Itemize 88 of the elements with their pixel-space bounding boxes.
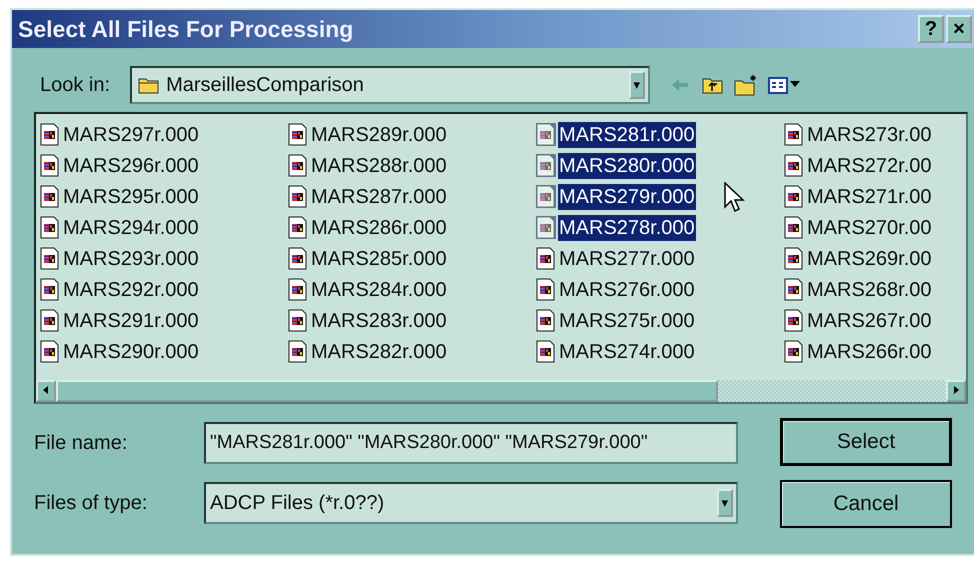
file-icon <box>536 123 556 146</box>
view-menu-icon[interactable] <box>768 75 800 95</box>
file-icon <box>784 247 804 270</box>
file-icon <box>40 247 60 270</box>
file-icon <box>288 216 308 239</box>
look-in-label: Look in: <box>40 73 110 98</box>
file-icon <box>536 216 556 239</box>
file-item[interactable]: MARS269r.00 <box>806 246 933 272</box>
file-icon <box>536 340 556 363</box>
file-type-dropdown[interactable]: ADCP Files (*r.0??) ▾ <box>204 482 738 524</box>
look-in-dropdown[interactable]: MarseillesComparison ▾ <box>130 66 650 104</box>
file-icon <box>288 154 308 177</box>
left-arrow-icon <box>42 385 50 396</box>
new-folder-icon[interactable] <box>734 74 758 96</box>
file-icon <box>288 278 308 301</box>
file-name-label: File name: <box>34 431 128 456</box>
file-item[interactable]: MARS275r.000 <box>558 308 696 334</box>
file-icon <box>784 278 804 301</box>
file-icon <box>784 216 804 239</box>
right-arrow-icon <box>952 385 960 396</box>
file-item[interactable]: MARS293r.000 <box>62 246 200 272</box>
horizontal-scrollbar[interactable] <box>36 380 966 402</box>
cancel-button[interactable]: Cancel <box>780 480 952 528</box>
file-icon <box>784 185 804 208</box>
file-icon <box>288 185 308 208</box>
file-icon <box>536 309 556 332</box>
file-item[interactable]: MARS284r.000 <box>310 276 448 302</box>
file-icon <box>288 123 308 146</box>
file-icon <box>536 278 556 301</box>
file-item[interactable]: MARS277r.000 <box>558 246 696 272</box>
file-item[interactable]: MARS273r.00 <box>806 122 933 148</box>
file-item[interactable]: MARS274r.000 <box>558 338 696 364</box>
file-item[interactable]: MARS266r.00 <box>806 338 933 364</box>
file-item[interactable]: MARS294r.000 <box>62 214 200 240</box>
file-icon <box>784 123 804 146</box>
file-icon <box>40 216 60 239</box>
file-item[interactable]: MARS278r.000 <box>558 214 696 240</box>
select-button[interactable]: Select <box>780 418 952 466</box>
file-name-field[interactable]: "MARS281r.000" "MARS280r.000" "MARS279r.000" <box>204 422 738 464</box>
file-item[interactable]: MARS296r.000 <box>62 152 200 178</box>
file-item[interactable]: MARS286r.000 <box>310 214 448 240</box>
file-icon <box>784 309 804 332</box>
file-item[interactable]: MARS285r.000 <box>310 246 448 272</box>
file-item[interactable]: MARS271r.00 <box>806 184 933 210</box>
file-icon <box>40 185 60 208</box>
file-item[interactable]: MARS289r.000 <box>310 122 448 148</box>
file-item[interactable]: MARS279r.000 <box>558 184 696 210</box>
file-icon <box>40 154 60 177</box>
file-item[interactable]: MARS280r.000 <box>558 152 696 178</box>
help-button[interactable]: ? <box>918 15 944 43</box>
file-item[interactable]: MARS282r.000 <box>310 338 448 364</box>
look-in-value: MarseillesComparison <box>166 73 365 98</box>
file-icon <box>536 247 556 270</box>
file-item[interactable]: MARS297r.000 <box>62 122 200 148</box>
file-icon <box>40 309 60 332</box>
file-icon <box>40 340 60 363</box>
scroll-right-button[interactable] <box>946 380 966 402</box>
file-item[interactable]: MARS295r.000 <box>62 184 200 210</box>
mouse-pointer-icon <box>724 182 746 214</box>
file-item[interactable]: MARS291r.000 <box>62 308 200 334</box>
file-item[interactable]: MARS287r.000 <box>310 184 448 210</box>
close-button[interactable]: × <box>946 15 972 43</box>
file-icon <box>288 340 308 363</box>
dropdown-button[interactable]: ▾ <box>717 489 733 517</box>
file-type-label: Files of type: <box>34 491 148 516</box>
dropdown-button[interactable]: ▾ <box>629 71 646 99</box>
file-item[interactable]: MARS290r.000 <box>62 338 200 364</box>
file-item[interactable]: MARS272r.00 <box>806 152 933 178</box>
file-icon <box>288 309 308 332</box>
file-icon <box>40 278 60 301</box>
file-icon <box>40 123 60 146</box>
file-icon <box>784 340 804 363</box>
file-item[interactable]: MARS281r.000 <box>558 122 696 148</box>
file-item[interactable]: MARS270r.00 <box>806 214 933 240</box>
file-item[interactable]: MARS292r.000 <box>62 276 200 302</box>
file-item[interactable]: MARS268r.00 <box>806 276 933 302</box>
file-item[interactable]: MARS276r.000 <box>558 276 696 302</box>
file-item[interactable]: MARS267r.00 <box>806 308 933 334</box>
file-icon <box>536 185 556 208</box>
window-title: Select All Files For Processing <box>18 14 354 44</box>
file-type-value: ADCP Files (*r.0??) <box>209 491 386 516</box>
file-icon <box>784 154 804 177</box>
scrollbar-thumb[interactable] <box>56 380 718 402</box>
file-item[interactable]: MARS283r.000 <box>310 308 448 334</box>
file-icon <box>536 154 556 177</box>
scroll-left-button[interactable] <box>36 380 56 402</box>
file-icon <box>288 247 308 270</box>
file-item[interactable]: MARS288r.000 <box>310 152 448 178</box>
